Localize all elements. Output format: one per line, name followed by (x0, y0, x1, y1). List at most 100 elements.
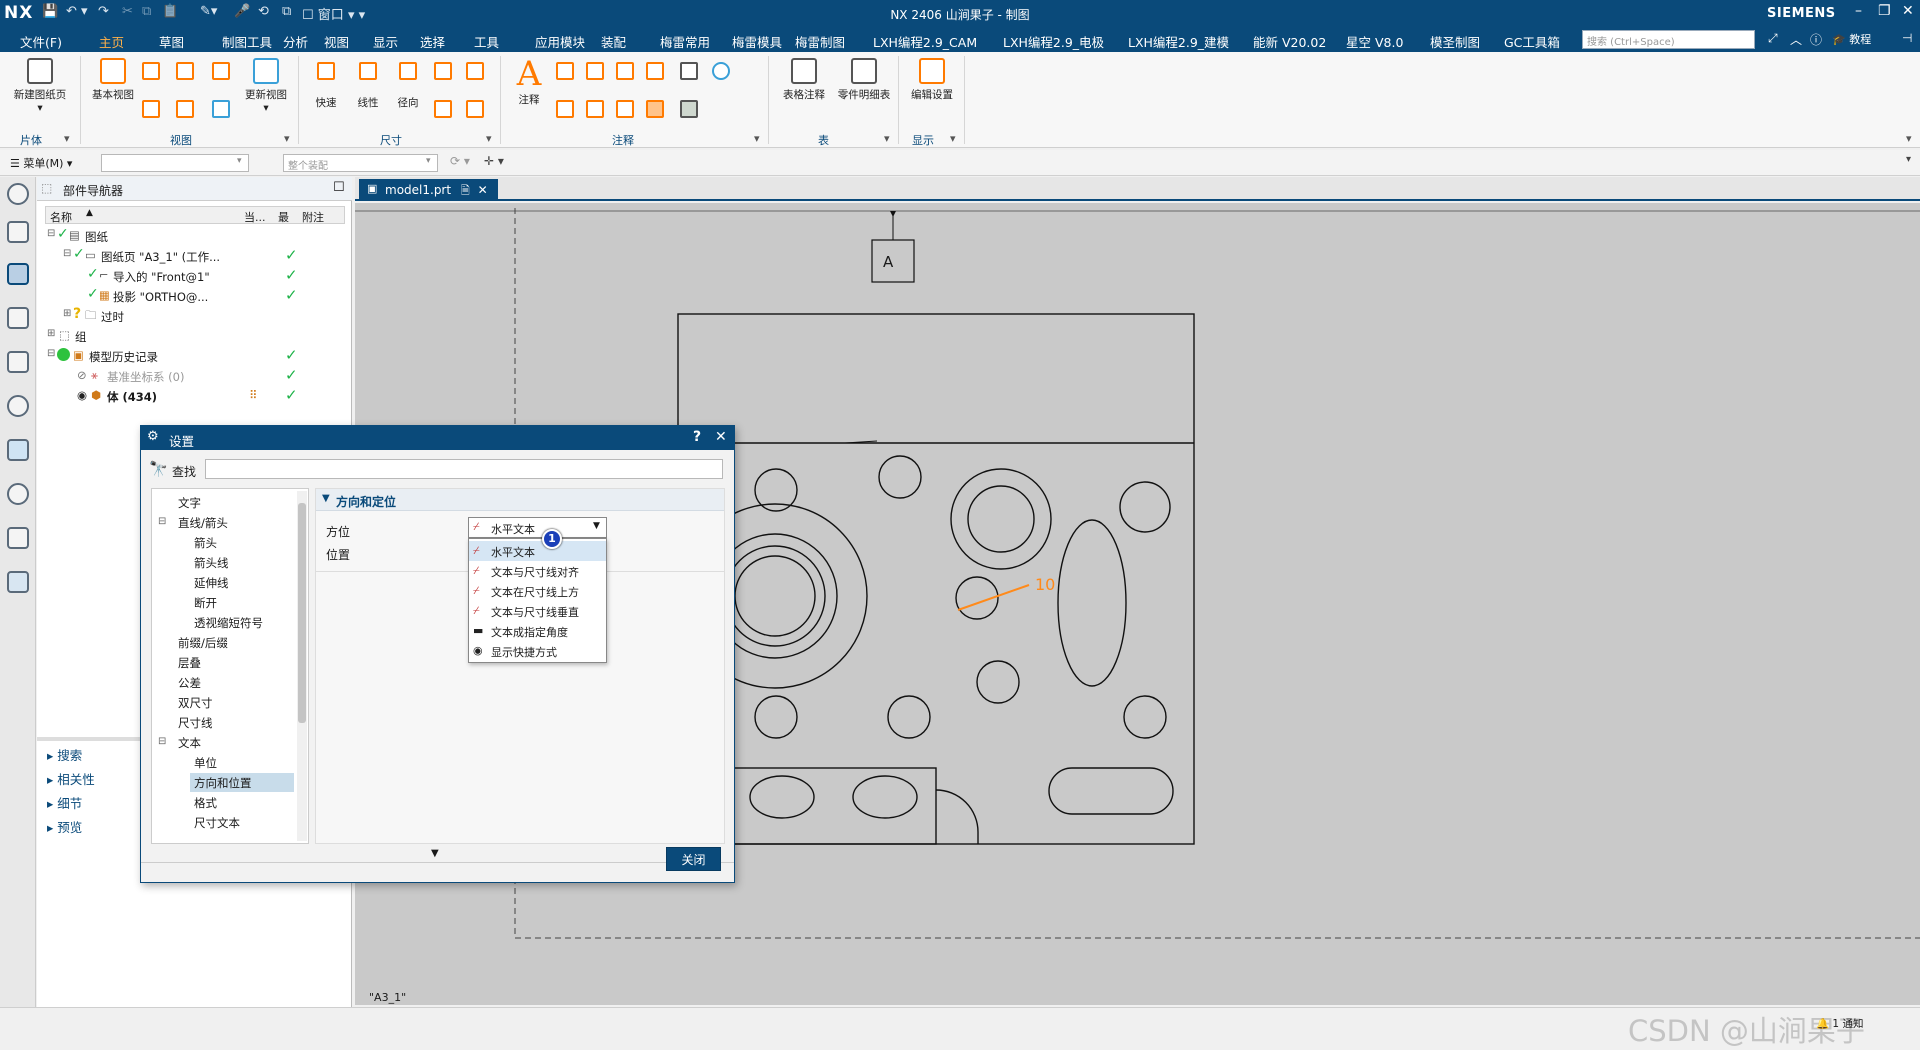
note-button[interactable]: A 注释 (510, 56, 548, 107)
tree-row-group[interactable]: ⊞ ⬚ 组 (45, 326, 345, 346)
datum-target-icon[interactable] (556, 100, 574, 121)
new-sheet-button[interactable]: 新建图纸页 ▾ (10, 58, 70, 114)
view-boundary-icon[interactable] (176, 100, 194, 121)
collapse-icon[interactable]: ▼ (322, 493, 330, 504)
datum-label-a[interactable]: A (883, 253, 893, 271)
menu-tab[interactable]: GC工具箱 (1504, 32, 1560, 51)
dialog-title-bar[interactable]: ⚙ 设置 ? ✕ (141, 426, 734, 450)
settings-tree-item[interactable]: 尺寸文本 (190, 813, 294, 832)
tree-row-outdated[interactable]: ⊞ ? 🗀 过时 (45, 306, 345, 326)
menu-tab[interactable]: 能新 V20.02 (1253, 32, 1326, 51)
menu-tab[interactable]: 显示 (373, 32, 398, 51)
chamfer-dimension-icon[interactable] (466, 62, 484, 83)
menu-tab[interactable]: 草图 (159, 32, 184, 51)
settings-tree-item[interactable]: 文本 (174, 733, 294, 752)
snap-point-icon[interactable]: ✛ ▾ (484, 154, 504, 168)
close-tab-icon[interactable]: ✕ (478, 183, 488, 197)
dialog-help-icon[interactable]: ? (693, 429, 701, 445)
type-filter-select[interactable] (101, 154, 249, 172)
ordinate-dimension-icon[interactable] (466, 100, 484, 121)
settings-tree-item[interactable]: 格式 (190, 793, 294, 812)
target-point-icon[interactable] (712, 62, 730, 83)
tree-row-body[interactable]: ◉ ⬢ 体 (434) ⠿ ✓ (45, 386, 345, 406)
roles-icon[interactable] (7, 571, 29, 593)
tree-row-drawing[interactable]: ⊟ ✓ ▤ 图纸 (45, 226, 345, 246)
settings-tree-item[interactable]: 文字 (174, 493, 294, 512)
column-name[interactable]: 名称 (50, 209, 72, 225)
section-details[interactable]: ▸ 细节 (47, 793, 82, 812)
quick-dimension-button[interactable]: 快速 (308, 62, 344, 110)
menu-tab[interactable]: 视图 (324, 32, 349, 51)
scope-filter-select[interactable]: 整个装配 (283, 154, 438, 172)
pin-icon[interactable]: ⊣ (1902, 31, 1912, 45)
command-search-input[interactable]: 搜索 (Ctrl+Space) (1582, 30, 1755, 49)
hatch-icon[interactable] (646, 100, 664, 121)
close-icon[interactable]: ✕ (1902, 3, 1914, 19)
base-view-button[interactable]: 基本视图 (88, 58, 138, 102)
settings-tree-item[interactable]: 单位 (190, 753, 294, 772)
table-note-button[interactable]: 表格注释 (778, 58, 830, 102)
settings-tree-item[interactable]: 延伸线 (190, 573, 294, 592)
minimize-icon[interactable]: – (1855, 3, 1862, 19)
settings-tree-item[interactable]: 箭头 (190, 533, 294, 552)
maximize-panel-icon[interactable]: ☐ (333, 180, 345, 195)
edit-settings-button[interactable]: 编辑设置 (906, 58, 958, 102)
dropdown-option[interactable]: ⌿ 文本与尺寸线垂直 (469, 601, 606, 621)
tree-expander-icon[interactable]: ⊟ (158, 516, 166, 527)
close-button[interactable]: 关闭 (666, 847, 721, 871)
help-icon[interactable]: ⓘ (1810, 31, 1822, 48)
notification-button[interactable]: 🔔 1 通知 (1816, 1016, 1863, 1031)
angular-dimension-icon[interactable] (434, 62, 452, 83)
ribbon-options-icon[interactable]: ▾ (1906, 132, 1912, 145)
column-latest[interactable]: 最 (278, 209, 289, 225)
hidden-eye-icon[interactable]: ⊘ (77, 368, 87, 382)
balloon-icon[interactable] (586, 100, 604, 121)
tutorial-button[interactable]: 🎓 教程 (1832, 31, 1871, 47)
dropdown-option[interactable]: ⌿ 文本在尺寸线上方 (469, 581, 606, 601)
section-dependencies[interactable]: ▸ 相关性 (47, 769, 95, 788)
search-icon[interactable]: ⌕ (1742, 31, 1749, 46)
tree-expander-icon[interactable]: ⊟ (158, 736, 166, 747)
settings-tree-item[interactable]: 尺寸线 (174, 713, 294, 732)
find-input[interactable] (205, 459, 723, 479)
projected-view-icon[interactable] (142, 62, 160, 83)
menu-tab[interactable]: 装配 (601, 32, 626, 51)
menu-tab[interactable]: 梅雷模具 (732, 32, 782, 51)
tree-row-projected-view[interactable]: ✓ ▦ 投影 "ORTHO@... ✓ (45, 286, 345, 306)
fill-icon[interactable] (680, 62, 698, 83)
file-menu[interactable]: 文件(F) (20, 32, 62, 51)
dropdown-option[interactable]: ⌿ 水平文本 (469, 541, 606, 561)
settings-tree-item[interactable]: 断开 (190, 593, 294, 612)
menu-tab[interactable]: 分析 (283, 32, 308, 51)
history-clock-icon[interactable] (7, 483, 29, 505)
section-header[interactable]: ▼ 方向和定位 (316, 489, 724, 511)
toolbar-options-icon[interactable]: ▾ (1906, 154, 1911, 165)
parts-list-button[interactable]: 零件明细表 (836, 58, 892, 102)
web-browser-icon[interactable] (7, 439, 29, 461)
tree-row-imported-view[interactable]: ✓ ⌐ 导入的 "Front@1" ✓ (45, 266, 345, 286)
dropdown-option[interactable]: ▬ 文本成指定角度 (469, 621, 606, 641)
weld-symbol-icon[interactable] (646, 62, 664, 83)
reuse-library-icon[interactable] (7, 351, 29, 373)
menu-tab[interactable]: 制图工具 (222, 32, 272, 51)
part-navigator-icon[interactable] (7, 263, 29, 285)
tab-model1[interactable]: ▣ model1.prt 🗎 ✕ (359, 179, 498, 201)
assembly-navigator-icon[interactable] (7, 221, 29, 243)
menu-tab[interactable]: 梅雷常用 (660, 32, 710, 51)
orientation-select[interactable]: ⌿ 水平文本 ▼ (468, 517, 607, 538)
notification-bell-icon[interactable] (7, 307, 29, 329)
section-search[interactable]: ▸ 搜索 (47, 745, 82, 764)
thickness-dimension-icon[interactable] (434, 100, 452, 121)
menu-tab[interactable]: LXH编程2.9_CAM (873, 32, 977, 51)
section-preview[interactable]: ▸ 预览 (47, 817, 82, 836)
sort-ascending-icon[interactable]: ▲ (86, 208, 93, 218)
settings-tree-item[interactable]: 层叠 (174, 653, 294, 672)
menu-tab[interactable]: 星空 V8.0 (1346, 32, 1403, 51)
tree-row-model-history[interactable]: ⊟ ▣ 模型历史记录 ✓ (45, 346, 345, 366)
tree-scrollbar[interactable] (297, 491, 307, 841)
linear-dimension-button[interactable]: 线性 (350, 62, 386, 110)
datum-feature-icon[interactable] (616, 62, 634, 83)
settings-tree-item[interactable]: 前缀/后缀 (174, 633, 294, 652)
update-view-button[interactable]: 更新视图 ▾ (240, 58, 292, 114)
tree-row-sheet[interactable]: ⊟ ✓ ▭ 图纸页 "A3_1" (工作... ✓ (45, 246, 345, 266)
